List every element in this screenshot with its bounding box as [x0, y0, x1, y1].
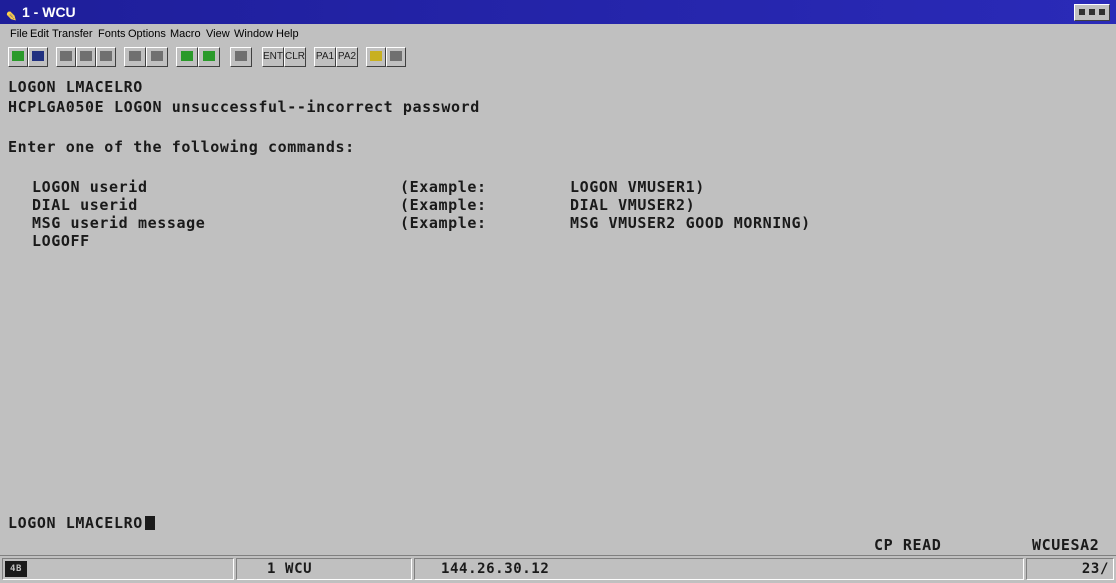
send-file-button[interactable] [176, 47, 198, 67]
toolbar: ENT CLR PA1 PA2 [0, 44, 1116, 70]
text-cursor [144, 516, 155, 530]
printer-icon [235, 51, 247, 62]
window-controls[interactable] [1074, 4, 1110, 21]
example-label: (Example: [400, 196, 487, 214]
stop-icon [390, 51, 402, 62]
help-icon [370, 51, 382, 62]
session-field: 1 WCU [236, 558, 412, 580]
receive-icon [203, 51, 215, 62]
disk-icon [32, 51, 44, 62]
pa2-button[interactable]: PA2 [336, 47, 358, 67]
example-label: (Example: [400, 214, 487, 232]
clear-button[interactable]: CLR [284, 47, 306, 67]
receive-file-button[interactable] [198, 47, 220, 67]
command-logon: LOGON userid [32, 178, 148, 196]
menu-window[interactable]: Window [234, 24, 273, 44]
example-msg: MSG VMUSER2 GOOD MORNING) [570, 214, 811, 232]
cut-button[interactable] [56, 47, 76, 67]
example-dial: DIAL VMUSER2) [570, 196, 696, 214]
command-msg: MSG userid message [32, 214, 206, 232]
logon-echo-line: LOGON LMACELRO [8, 78, 143, 96]
print-button[interactable] [230, 47, 252, 67]
menu-fonts[interactable]: Fonts [98, 24, 126, 44]
menu-macro[interactable]: Macro [170, 24, 201, 44]
menu-options[interactable]: Options [128, 24, 166, 44]
help-button[interactable] [366, 47, 386, 67]
font-down-button[interactable] [146, 47, 168, 67]
copy-paste-button[interactable] [8, 47, 28, 67]
font-down-icon [151, 51, 163, 62]
minimize-icon[interactable] [1079, 9, 1085, 15]
system-name: WCUESA2 [1032, 536, 1100, 554]
status-bar: 4B 1 WCU 144.26.30.12 23/ [0, 555, 1116, 583]
close-icon[interactable] [1099, 9, 1105, 15]
send-icon [181, 51, 193, 62]
status-indicator-field: 4B [2, 558, 234, 580]
menu-edit[interactable]: Edit [30, 24, 49, 44]
example-logon: LOGON VMUSER1) [570, 178, 705, 196]
maximize-icon[interactable] [1089, 9, 1095, 15]
copy-icon [80, 51, 92, 62]
terminal-screen[interactable]: LOGON LMACELRO HCPLGA050E LOGON unsucces… [0, 70, 1116, 554]
window-title: 1 - WCU [22, 4, 76, 20]
scissors-icon [60, 51, 72, 62]
pa1-button[interactable]: PA1 [314, 47, 336, 67]
stop-button[interactable] [386, 47, 406, 67]
font-up-button[interactable] [124, 47, 146, 67]
menu-transfer[interactable]: Transfer [52, 24, 93, 44]
menu-bar: File Edit Transfer Fonts Options Macro V… [0, 24, 1116, 44]
menu-file[interactable]: File [10, 24, 28, 44]
command-input-line[interactable]: LOGON LMACELRO [8, 514, 155, 532]
copy-button[interactable] [76, 47, 96, 67]
font-up-icon [129, 51, 141, 62]
connection-indicator-icon: 4B [5, 561, 27, 577]
menu-help[interactable]: Help [276, 24, 299, 44]
save-button[interactable] [28, 47, 48, 67]
arrows-icon [12, 51, 24, 62]
enter-button[interactable]: ENT [262, 47, 284, 67]
host-address-field: 144.26.30.12 [414, 558, 1024, 580]
command-input-text[interactable]: LOGON LMACELRO [8, 514, 143, 532]
menu-view[interactable]: View [206, 24, 230, 44]
command-dial: DIAL userid [32, 196, 138, 214]
instructions-line: Enter one of the following commands: [8, 138, 355, 156]
title-bar[interactable]: ✎ 1 - WCU [0, 0, 1116, 24]
error-message-line: HCPLGA050E LOGON unsuccessful--incorrect… [8, 98, 480, 116]
example-label: (Example: [400, 178, 487, 196]
cursor-position-field: 23/ [1026, 558, 1114, 580]
paste-button[interactable] [96, 47, 116, 67]
command-logoff: LOGOFF [32, 232, 90, 250]
cp-read-status: CP READ [874, 536, 942, 554]
paste-icon [100, 51, 112, 62]
